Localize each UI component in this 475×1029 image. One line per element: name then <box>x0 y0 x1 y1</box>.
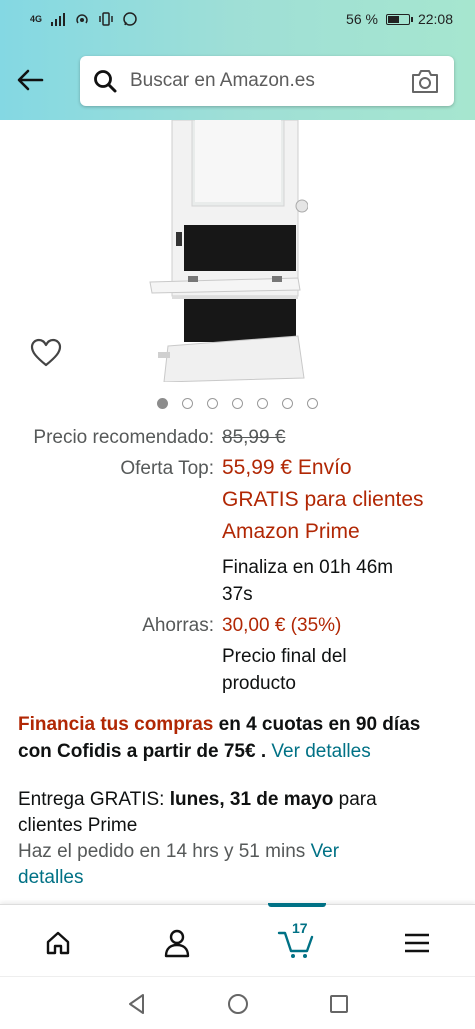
network-label: 4G <box>30 14 43 24</box>
carousel-dot[interactable] <box>307 398 318 409</box>
battery-icon <box>385 13 413 25</box>
bottom-navigation: 17 <box>0 903 475 976</box>
deal-value: 55,99 € Envío GRATIS para clientes Amazo… <box>222 455 462 548</box>
cart-count-badge: 17 <box>292 920 308 936</box>
home-icon <box>46 931 70 955</box>
financing-details-link[interactable]: Ver detalles <box>271 741 370 762</box>
delivery-line-2: clientes Prime <box>18 815 138 836</box>
deal-price-row: Oferta Top: 55,99 € Envío GRATIS para cl… <box>0 455 475 548</box>
battery-level-fill <box>387 15 399 23</box>
clock: 22:08 <box>417 11 453 27</box>
carousel-dot[interactable] <box>207 398 218 409</box>
battery-percent: 56 % <box>346 11 378 27</box>
active-tab-indicator <box>268 903 326 907</box>
signal-icon <box>51 13 66 26</box>
list-price-label: Precio recomendado: <box>33 427 214 448</box>
final-note-line-2: producto <box>222 673 296 694</box>
search-icon[interactable] <box>92 68 118 94</box>
list-price-row: Precio recomendado: 85,99 € <box>0 424 475 451</box>
deal-countdown: Finaliza en 01h 46m 37s <box>222 554 462 608</box>
delivery-details-link-1[interactable]: Ver <box>311 841 340 862</box>
countdown-line-2: 37s <box>222 584 253 605</box>
carousel-dot[interactable] <box>282 398 293 409</box>
deal-label: Oferta Top: <box>120 458 214 479</box>
countdown-line-1: Finaliza en 01h 46m <box>222 557 394 578</box>
list-price-value: 85,99 € <box>222 427 286 448</box>
home-circle-icon[interactable] <box>225 991 251 1017</box>
delivery-details-link-2[interactable]: detalles <box>18 867 84 888</box>
recents-square-icon[interactable] <box>326 991 352 1017</box>
person-icon <box>164 929 190 958</box>
price-table: Precio recomendado: 85,99 € Oferta Top: … <box>0 424 475 697</box>
product-image-carousel[interactable] <box>0 120 475 390</box>
delivery-info: Entrega GRATIS: lunes, 31 de mayo para c… <box>18 787 463 891</box>
deal-ends-row: Finaliza en 01h 46m 37s <box>0 554 475 608</box>
final-price-note: Precio final del producto <box>222 643 462 697</box>
financing-text-2: con Cofidis a partir de 75€ <box>18 741 256 762</box>
hamburger-icon <box>405 933 429 953</box>
system-navigation-bar <box>0 976 475 1029</box>
carousel-dot[interactable] <box>257 398 268 409</box>
final-note-line-1: Precio final del <box>222 646 347 667</box>
deal-line-3: Amazon Prime <box>222 520 360 543</box>
camera-icon[interactable] <box>410 67 440 95</box>
search-input[interactable] <box>130 70 400 92</box>
carousel-dot[interactable] <box>157 398 168 409</box>
hotspot-icon <box>76 14 88 24</box>
final-price-note-row: Precio final del producto <box>0 643 475 697</box>
search-bar[interactable] <box>80 56 454 106</box>
arrow-left-icon <box>17 69 44 91</box>
financing-text-1: en 4 cuotas en 90 días <box>213 714 421 735</box>
nav-menu[interactable] <box>395 923 439 963</box>
heart-icon[interactable] <box>30 338 62 368</box>
savings-value: 30,00 € (35%) <box>222 615 342 636</box>
financing-separator: . <box>255 741 272 762</box>
financing-offer: Financia tus compras en 4 cuotas en 90 d… <box>18 711 463 765</box>
nav-account[interactable] <box>155 923 199 963</box>
deal-line-1: 55,99 € Envío <box>222 456 352 479</box>
savings-label: Ahorras: <box>142 615 214 636</box>
carousel-dots <box>0 398 475 409</box>
product-image <box>149 120 308 382</box>
whatsapp-icon <box>123 12 137 26</box>
status-left: 4G <box>30 11 138 27</box>
vibrate-icon <box>99 12 113 26</box>
delivery-date: lunes, 31 de mayo <box>169 789 334 810</box>
app-header: 4G 56 % 22:08 <box>0 0 475 120</box>
financing-highlight: Financia tus compras <box>18 714 214 735</box>
status-right: 56 % 22:08 <box>346 11 453 27</box>
back-triangle-icon[interactable] <box>124 991 150 1017</box>
carousel-dot[interactable] <box>232 398 243 409</box>
status-bar: 4G 56 % 22:08 <box>0 0 475 40</box>
savings-row: Ahorras: 30,00 € (35%) <box>0 612 475 639</box>
nav-home[interactable] <box>36 923 80 963</box>
delivery-prefix: Entrega GRATIS: <box>18 789 170 810</box>
back-button[interactable] <box>14 64 46 96</box>
deal-line-2: GRATIS para clientes <box>222 488 424 511</box>
carousel-dot[interactable] <box>182 398 193 409</box>
order-cutoff-text: Haz el pedido en 14 hrs y 51 mins <box>18 841 311 862</box>
delivery-suffix: para <box>333 789 377 810</box>
